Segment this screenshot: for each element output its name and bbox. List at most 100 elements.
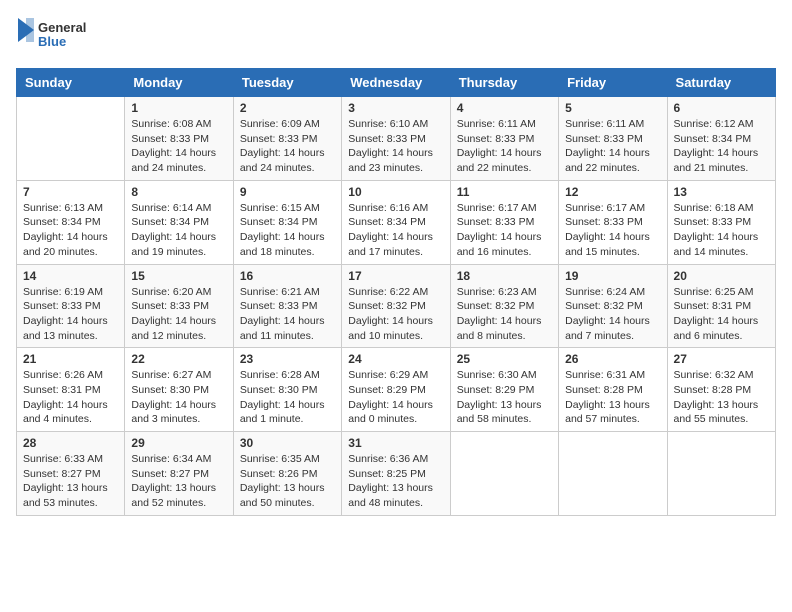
day-info: Sunrise: 6:08 AM Sunset: 8:33 PM Dayligh… bbox=[131, 117, 226, 176]
day-number: 23 bbox=[240, 352, 335, 366]
day-info: Sunrise: 6:19 AM Sunset: 8:33 PM Dayligh… bbox=[23, 285, 118, 344]
day-number: 31 bbox=[348, 436, 443, 450]
day-info: Sunrise: 6:28 AM Sunset: 8:30 PM Dayligh… bbox=[240, 368, 335, 427]
table-cell: 6 Sunrise: 6:12 AM Sunset: 8:34 PM Daylig… bbox=[667, 97, 775, 181]
day-number: 10 bbox=[348, 185, 443, 199]
day-number: 2 bbox=[240, 101, 335, 115]
header-saturday: Saturday bbox=[667, 69, 775, 97]
day-info: Sunrise: 6:12 AM Sunset: 8:34 PM Dayligh… bbox=[674, 117, 769, 176]
day-info: Sunrise: 6:23 AM Sunset: 8:32 PM Dayligh… bbox=[457, 285, 552, 344]
table-cell: 31 Sunrise: 6:36 AM Sunset: 8:25 PM Dayli… bbox=[342, 432, 450, 516]
table-cell: 16 Sunrise: 6:21 AM Sunset: 8:33 PM Dayli… bbox=[233, 264, 341, 348]
day-info: Sunrise: 6:20 AM Sunset: 8:33 PM Dayligh… bbox=[131, 285, 226, 344]
header-row: SundayMondayTuesdayWednesdayThursdayFrid… bbox=[17, 69, 776, 97]
day-info: Sunrise: 6:22 AM Sunset: 8:32 PM Dayligh… bbox=[348, 285, 443, 344]
table-cell: 30Sunrise: 6:35 AM Sunset: 8:26 PM Dayli… bbox=[233, 432, 341, 516]
day-number: 11 bbox=[457, 185, 552, 199]
day-number: 9 bbox=[240, 185, 335, 199]
day-info: Sunrise: 6:21 AM Sunset: 8:33 PM Dayligh… bbox=[240, 285, 335, 344]
day-info: Sunrise: 6:36 AM Sunset: 8:25 PM Dayligh… bbox=[348, 452, 443, 511]
day-number: 19 bbox=[565, 269, 660, 283]
week-row-5: 28 Sunrise: 6:33 AM Sunset: 8:27 PM Dayli… bbox=[17, 432, 776, 516]
day-number: 26 bbox=[565, 352, 660, 366]
table-cell bbox=[450, 432, 558, 516]
week-row-4: 21Sunrise: 6:26 AM Sunset: 8:31 PM Dayli… bbox=[17, 348, 776, 432]
day-info: Sunrise: 6:29 AM Sunset: 8:29 PM Dayligh… bbox=[348, 368, 443, 427]
week-row-2: 7Sunrise: 6:13 AM Sunset: 8:34 PM Daylig… bbox=[17, 180, 776, 264]
table-cell: 8 Sunrise: 6:14 AM Sunset: 8:34 PM Daylig… bbox=[125, 180, 233, 264]
day-number: 28 bbox=[23, 436, 118, 450]
table-cell: 1 Sunrise: 6:08 AM Sunset: 8:33 PM Daylig… bbox=[125, 97, 233, 181]
day-info: Sunrise: 6:31 AM Sunset: 8:28 PM Dayligh… bbox=[565, 368, 660, 427]
day-number: 1 bbox=[131, 101, 226, 115]
table-cell: 3 Sunrise: 6:10 AM Sunset: 8:33 PM Daylig… bbox=[342, 97, 450, 181]
day-number: 3 bbox=[348, 101, 443, 115]
day-number: 17 bbox=[348, 269, 443, 283]
day-number: 27 bbox=[674, 352, 769, 366]
header-thursday: Thursday bbox=[450, 69, 558, 97]
table-cell: 22Sunrise: 6:27 AM Sunset: 8:30 PM Dayli… bbox=[125, 348, 233, 432]
day-info: Sunrise: 6:35 AM Sunset: 8:26 PM Dayligh… bbox=[240, 452, 335, 511]
calendar-table: SundayMondayTuesdayWednesdayThursdayFrid… bbox=[16, 68, 776, 516]
header-sunday: Sunday bbox=[17, 69, 125, 97]
day-number: 15 bbox=[131, 269, 226, 283]
day-number: 20 bbox=[674, 269, 769, 283]
table-cell: 14Sunrise: 6:19 AM Sunset: 8:33 PM Dayli… bbox=[17, 264, 125, 348]
table-cell: 5 Sunrise: 6:11 AM Sunset: 8:33 PM Daylig… bbox=[559, 97, 667, 181]
day-info: Sunrise: 6:25 AM Sunset: 8:31 PM Dayligh… bbox=[674, 285, 769, 344]
table-cell: 25Sunrise: 6:30 AM Sunset: 8:29 PM Dayli… bbox=[450, 348, 558, 432]
day-info: Sunrise: 6:11 AM Sunset: 8:33 PM Dayligh… bbox=[565, 117, 660, 176]
table-cell: 11 Sunrise: 6:17 AM Sunset: 8:33 PM Dayli… bbox=[450, 180, 558, 264]
svg-text:General: General bbox=[38, 20, 86, 35]
table-cell: 12Sunrise: 6:17 AM Sunset: 8:33 PM Dayli… bbox=[559, 180, 667, 264]
header-monday: Monday bbox=[125, 69, 233, 97]
day-number: 12 bbox=[565, 185, 660, 199]
day-number: 13 bbox=[674, 185, 769, 199]
table-cell: 26 Sunrise: 6:31 AM Sunset: 8:28 PM Dayli… bbox=[559, 348, 667, 432]
table-cell: 27Sunrise: 6:32 AM Sunset: 8:28 PM Dayli… bbox=[667, 348, 775, 432]
table-cell: 2 Sunrise: 6:09 AM Sunset: 8:33 PM Daylig… bbox=[233, 97, 341, 181]
day-number: 5 bbox=[565, 101, 660, 115]
table-cell: 17 Sunrise: 6:22 AM Sunset: 8:32 PM Dayli… bbox=[342, 264, 450, 348]
header-friday: Friday bbox=[559, 69, 667, 97]
day-info: Sunrise: 6:10 AM Sunset: 8:33 PM Dayligh… bbox=[348, 117, 443, 176]
day-number: 16 bbox=[240, 269, 335, 283]
header: General Blue bbox=[16, 16, 776, 56]
day-info: Sunrise: 6:09 AM Sunset: 8:33 PM Dayligh… bbox=[240, 117, 335, 176]
table-cell: 18 Sunrise: 6:23 AM Sunset: 8:32 PM Dayli… bbox=[450, 264, 558, 348]
day-info: Sunrise: 6:33 AM Sunset: 8:27 PM Dayligh… bbox=[23, 452, 118, 511]
day-info: Sunrise: 6:15 AM Sunset: 8:34 PM Dayligh… bbox=[240, 201, 335, 260]
day-number: 29 bbox=[131, 436, 226, 450]
day-info: Sunrise: 6:13 AM Sunset: 8:34 PM Dayligh… bbox=[23, 201, 118, 260]
day-number: 6 bbox=[674, 101, 769, 115]
table-cell: 28 Sunrise: 6:33 AM Sunset: 8:27 PM Dayli… bbox=[17, 432, 125, 516]
table-cell bbox=[17, 97, 125, 181]
table-cell: 21Sunrise: 6:26 AM Sunset: 8:31 PM Dayli… bbox=[17, 348, 125, 432]
table-cell: 24Sunrise: 6:29 AM Sunset: 8:29 PM Dayli… bbox=[342, 348, 450, 432]
table-cell: 20 Sunrise: 6:25 AM Sunset: 8:31 PM Dayli… bbox=[667, 264, 775, 348]
table-cell: 10 Sunrise: 6:16 AM Sunset: 8:34 PM Dayli… bbox=[342, 180, 450, 264]
day-info: Sunrise: 6:11 AM Sunset: 8:33 PM Dayligh… bbox=[457, 117, 552, 176]
logo: General Blue bbox=[16, 16, 96, 56]
table-cell: 9 Sunrise: 6:15 AM Sunset: 8:34 PM Daylig… bbox=[233, 180, 341, 264]
day-info: Sunrise: 6:18 AM Sunset: 8:33 PM Dayligh… bbox=[674, 201, 769, 260]
day-number: 25 bbox=[457, 352, 552, 366]
day-number: 22 bbox=[131, 352, 226, 366]
table-cell: 15 Sunrise: 6:20 AM Sunset: 8:33 PM Dayli… bbox=[125, 264, 233, 348]
table-cell: 7Sunrise: 6:13 AM Sunset: 8:34 PM Daylig… bbox=[17, 180, 125, 264]
week-row-1: 1 Sunrise: 6:08 AM Sunset: 8:33 PM Daylig… bbox=[17, 97, 776, 181]
day-number: 18 bbox=[457, 269, 552, 283]
day-info: Sunrise: 6:16 AM Sunset: 8:34 PM Dayligh… bbox=[348, 201, 443, 260]
day-info: Sunrise: 6:14 AM Sunset: 8:34 PM Dayligh… bbox=[131, 201, 226, 260]
day-info: Sunrise: 6:26 AM Sunset: 8:31 PM Dayligh… bbox=[23, 368, 118, 427]
header-tuesday: Tuesday bbox=[233, 69, 341, 97]
table-cell: 29Sunrise: 6:34 AM Sunset: 8:27 PM Dayli… bbox=[125, 432, 233, 516]
day-info: Sunrise: 6:24 AM Sunset: 8:32 PM Dayligh… bbox=[565, 285, 660, 344]
day-info: Sunrise: 6:17 AM Sunset: 8:33 PM Dayligh… bbox=[457, 201, 552, 260]
table-cell: 4Sunrise: 6:11 AM Sunset: 8:33 PM Daylig… bbox=[450, 97, 558, 181]
logo-svg: General Blue bbox=[16, 16, 96, 56]
header-wednesday: Wednesday bbox=[342, 69, 450, 97]
table-cell: 23 Sunrise: 6:28 AM Sunset: 8:30 PM Dayli… bbox=[233, 348, 341, 432]
table-cell: 19 Sunrise: 6:24 AM Sunset: 8:32 PM Dayli… bbox=[559, 264, 667, 348]
day-number: 8 bbox=[131, 185, 226, 199]
